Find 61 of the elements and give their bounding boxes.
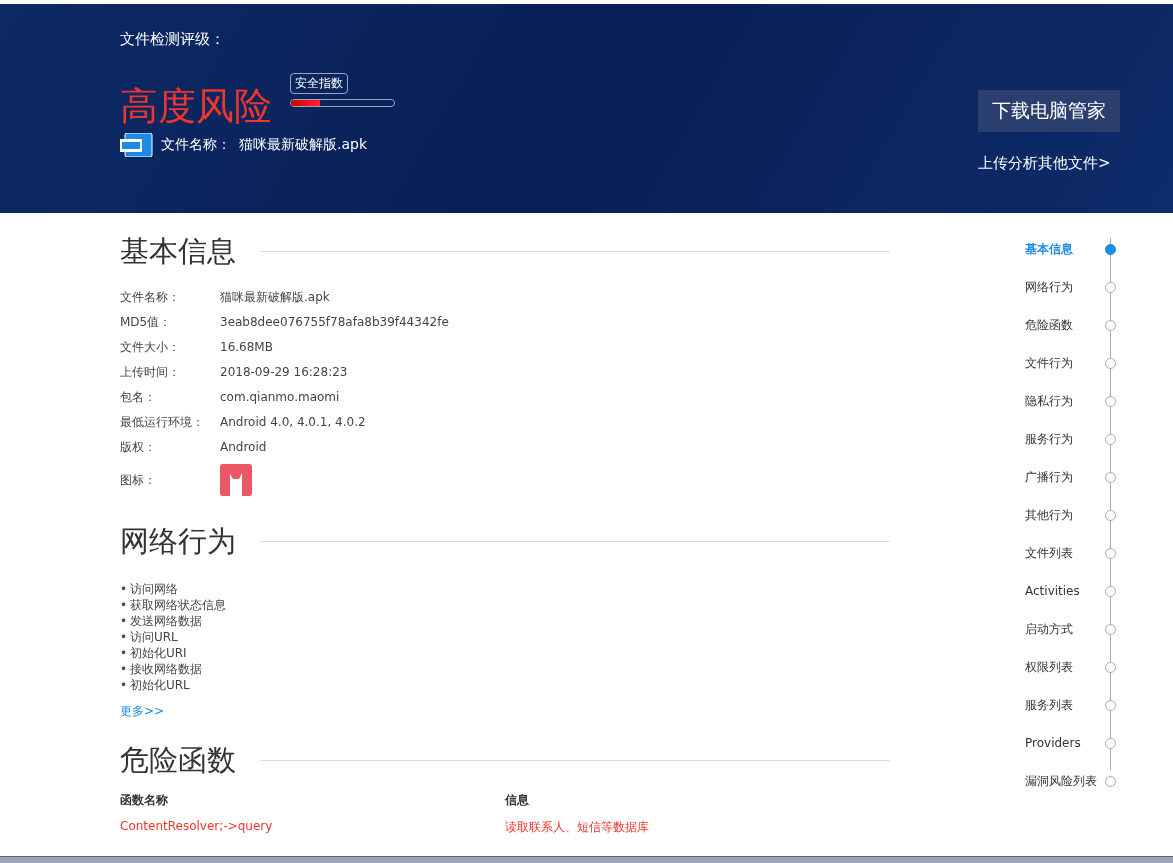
info-value: Android 4.0, 4.0.1, 4.0.2 (220, 414, 367, 430)
meter-label: 安全指数 (290, 73, 348, 94)
file-name-label: 文件名称： (161, 136, 231, 154)
bullet: • (120, 661, 126, 677)
info-label: 最低运行环境： (120, 414, 205, 430)
bullet: • (120, 581, 126, 597)
column-header: 信息 (505, 792, 530, 809)
table-cell-text: ContentResolver;->query (120, 819, 274, 835)
info-label: 文件大小： (120, 339, 181, 355)
network-item: 接收网络数据 (130, 661, 202, 677)
apk-file-icon (120, 133, 153, 157)
info-value: Android (220, 439, 268, 455)
network-item: 发送网络数据 (130, 613, 202, 629)
rating-label: 文件检测评级： (120, 30, 226, 49)
nav-item[interactable]: 服务列表 (1025, 686, 1116, 724)
table-cell-text: 读取联系人、短信等数据库 (505, 819, 650, 836)
network-item: 访问网络 (130, 581, 178, 597)
nav-item[interactable]: 文件行为 (1025, 344, 1116, 382)
bullet: • (120, 629, 126, 645)
nav-item[interactable]: Activities (1025, 572, 1116, 610)
network-item: 初始化URI (130, 645, 187, 661)
nav-item[interactable]: 隐私行为 (1025, 382, 1116, 420)
nav-item[interactable]: Providers (1025, 724, 1116, 762)
nav-item[interactable]: 基本信息 (1025, 230, 1116, 268)
download-button[interactable]: 下载电脑管家 (978, 90, 1120, 132)
risk-level: 高度风险 (120, 83, 272, 129)
nav-item[interactable]: 文件列表 (1025, 534, 1116, 572)
info-label: MD5值： (120, 314, 173, 330)
nav-item[interactable]: 危险函数 (1025, 306, 1116, 344)
info-label: 上传时间： (120, 364, 181, 380)
section-title: 危险函数 (120, 742, 236, 778)
nav-item[interactable]: 网络行为 (1025, 268, 1116, 306)
nav-item[interactable]: 漏洞风险列表 (1025, 762, 1116, 800)
bullet: • (120, 677, 126, 693)
info-value: com.qianmo.maomi (220, 389, 341, 405)
nav-item[interactable]: 广播行为 (1025, 458, 1116, 496)
bullet: • (120, 645, 126, 661)
app-icon (220, 464, 252, 496)
nav-item[interactable]: 启动方式 (1025, 610, 1116, 648)
bullet: • (120, 613, 126, 629)
info-value: 16.68MB (220, 339, 274, 355)
info-label: 图标： (120, 472, 157, 488)
network-item: 获取网络状态信息 (130, 597, 226, 613)
network-item: 访问URL (130, 629, 178, 645)
nav-item[interactable]: 其他行为 (1025, 496, 1116, 534)
more-link[interactable]: 更多>> (120, 703, 165, 720)
info-label: 版权： (120, 439, 157, 455)
info-label: 文件名称： (120, 289, 181, 305)
nav-item[interactable]: 服务行为 (1025, 420, 1116, 458)
file-name: 猫咪最新破解版.apk (239, 136, 368, 154)
info-value: 猫咪最新破解版.apk (220, 289, 331, 305)
network-item: 初始化URL (130, 677, 190, 693)
section-title: 网络行为 (120, 523, 236, 559)
column-header: 函数名称 (120, 792, 169, 809)
nav-item[interactable]: 权限列表 (1025, 648, 1116, 686)
info-value: 3eab8dee076755f78afa8b39f44342fe (220, 314, 450, 330)
info-label: 包名： (120, 389, 157, 405)
section-title: 基本信息 (120, 233, 236, 269)
upload-link[interactable]: 上传分析其他文件> (978, 154, 1111, 173)
info-value: 2018-09-29 16:28:23 (220, 364, 349, 380)
bullet: • (120, 597, 126, 613)
